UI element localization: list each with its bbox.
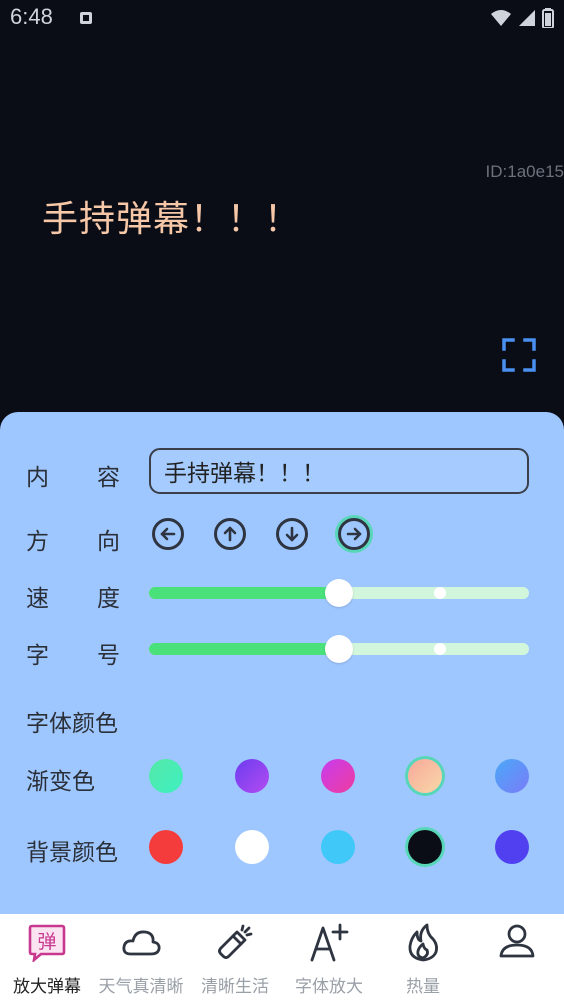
content-input[interactable] [149, 448, 529, 494]
background-swatch[interactable] [149, 830, 183, 864]
user-icon [499, 924, 535, 958]
tab-font-zoom[interactable]: 字体放大 [282, 914, 376, 1004]
tab-danmaku[interactable]: 弹 放大弹幕 [0, 914, 94, 1004]
font-plus-icon [310, 923, 349, 962]
font-color-label: 字体颜色 [26, 711, 118, 737]
tab-calories[interactable]: 热量 [376, 914, 470, 1004]
speed-slider-dot [433, 587, 446, 599]
gradient-swatch[interactable] [495, 759, 529, 793]
tab-weather[interactable]: 天气真清晰 [94, 914, 188, 1004]
background-swatch[interactable] [408, 830, 442, 864]
font-size-slider-thumb[interactable] [325, 635, 353, 663]
direction-left-button[interactable] [152, 518, 184, 550]
status-time: 6:48 [10, 4, 53, 29]
speed-slider[interactable] [149, 579, 529, 607]
settings-panel: 内容 方向 速度 字号 字体颜色 渐变色 背景颜色 [0, 412, 564, 914]
arrow-down-icon [285, 526, 299, 542]
danmaku-icon: 弹 [28, 924, 66, 962]
tab-label: 字体放大 [295, 977, 363, 997]
content-label: 内容 [26, 465, 168, 491]
device-id: ID:1a0e15 [485, 162, 564, 181]
background-swatch[interactable] [235, 830, 269, 864]
direction-label: 方向 [26, 529, 168, 555]
background-color-label: 背景颜色 [26, 840, 118, 866]
flashlight-icon [218, 924, 253, 959]
direction-down-button[interactable] [276, 518, 308, 550]
fullscreen-icon[interactable] [502, 338, 536, 372]
tab-profile[interactable] [470, 914, 564, 1004]
tab-label: 天气真清晰 [98, 977, 184, 997]
direction-up-button[interactable] [214, 518, 246, 550]
battery-icon [542, 8, 554, 28]
gradient-swatch[interactable] [321, 759, 355, 793]
speed-slider-thumb[interactable] [325, 579, 353, 607]
wifi-icon [491, 10, 511, 26]
arrow-up-icon [223, 526, 237, 542]
background-swatch[interactable] [321, 830, 355, 864]
fire-icon [408, 923, 438, 962]
tab-label: 放大弹幕 [13, 977, 81, 997]
notification-icon [80, 12, 92, 24]
arrow-left-icon [160, 527, 176, 541]
tab-label: 清晰生活 [201, 977, 269, 997]
danmaku-stage[interactable]: ID:1a0e15 手持弹幕！！！ [0, 40, 564, 412]
font-size-slider[interactable] [149, 635, 529, 663]
speed-slider-fill [149, 587, 339, 599]
svg-text:弹: 弹 [37, 931, 56, 953]
arrow-right-icon [346, 527, 362, 541]
gradient-label: 渐变色 [26, 769, 95, 795]
bottom-tab-bar: 弹 放大弹幕 天气真清晰 清晰生活 字体放大 热量 [0, 914, 564, 1004]
gradient-swatch[interactable] [149, 759, 183, 793]
font-size-label: 字号 [26, 643, 168, 669]
gradient-swatch[interactable] [408, 759, 442, 793]
tab-flashlight[interactable]: 清晰生活 [188, 914, 282, 1004]
status-bar: 6:48 [0, 0, 564, 40]
tab-label: 热量 [406, 977, 440, 997]
speed-label: 速度 [26, 586, 168, 612]
cloud-icon [122, 930, 161, 956]
signal-icon [519, 10, 535, 26]
danmaku-text: 手持弹幕！！！ [42, 199, 302, 240]
font-size-slider-dot [433, 643, 446, 655]
background-swatch[interactable] [495, 830, 529, 864]
gradient-swatch[interactable] [235, 759, 269, 793]
direction-right-button[interactable] [338, 518, 370, 550]
font-size-slider-fill [149, 643, 339, 655]
